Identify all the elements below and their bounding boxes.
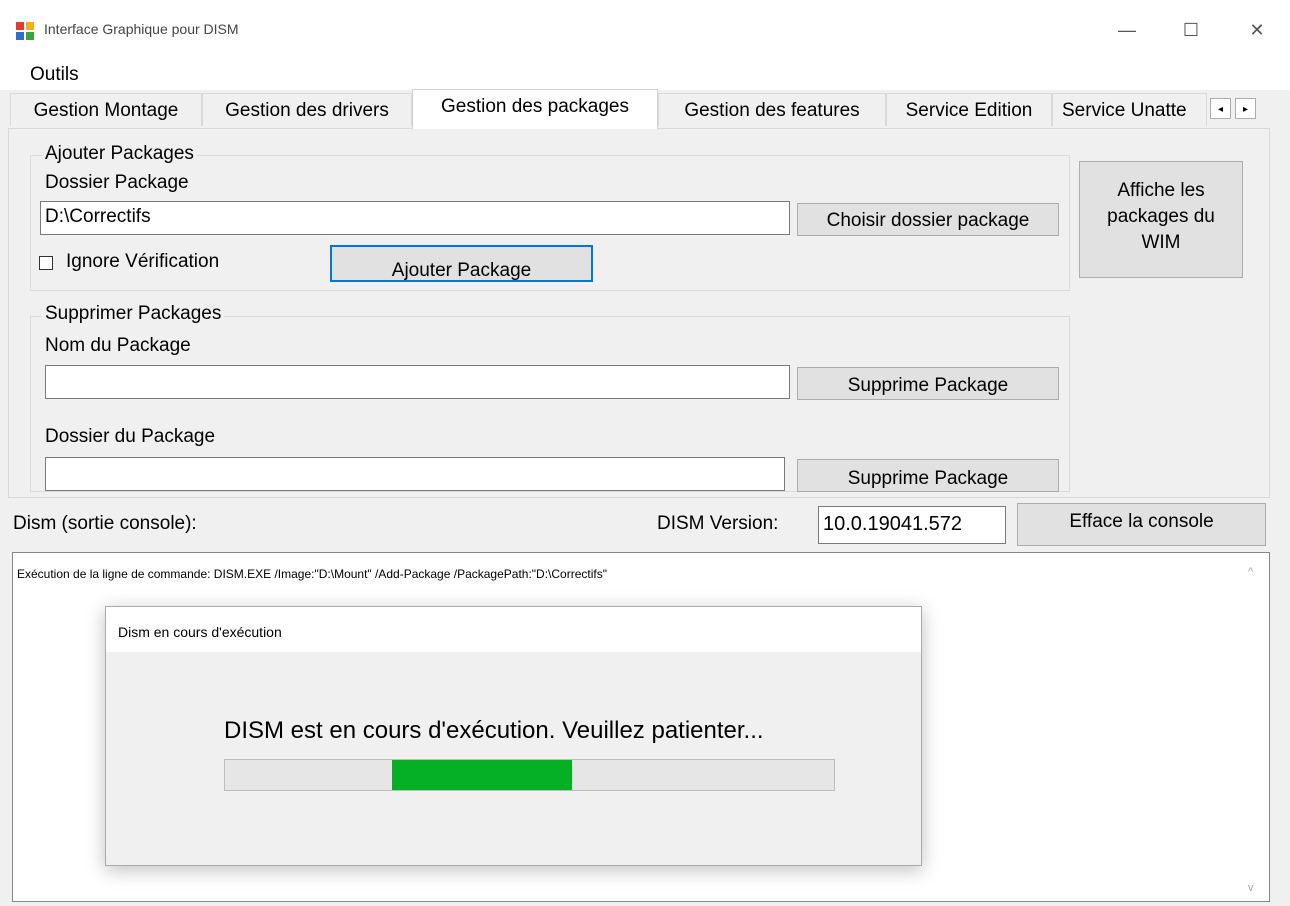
package-folder-label: Dossier Package	[45, 172, 189, 193]
remove-package-by-folder-button[interactable]: Supprime Package	[797, 459, 1059, 492]
package-name-label: Nom du Package	[45, 335, 191, 356]
package-folder-input[interactable]: D:\Correctifs	[40, 201, 790, 235]
show-wim-packages-line-3: WIM	[1141, 232, 1181, 253]
progress-bar-fill	[392, 760, 573, 790]
progress-dialog-message: DISM est en cours d'exécution. Veuillez …	[224, 717, 764, 744]
scroll-up-icon[interactable]: ^	[1248, 566, 1253, 578]
tab-service-unattend[interactable]: Service Unatte	[1052, 93, 1207, 126]
package-name-input[interactable]	[45, 365, 790, 399]
progress-bar	[224, 759, 835, 791]
console-output-line: Exécution de la ligne de commande: DISM.…	[17, 567, 607, 581]
tab-scroll-left-button[interactable]: ◂	[1210, 98, 1231, 119]
progress-dialog-title: Dism en cours d'exécution	[118, 624, 282, 640]
app-icon	[16, 22, 34, 40]
menu-item-outils[interactable]: Outils	[30, 64, 79, 86]
tab-scroll-right-button[interactable]: ▸	[1235, 98, 1256, 119]
clear-console-button[interactable]: Efface la console	[1017, 503, 1266, 546]
package-folder-remove-label: Dossier du Package	[45, 426, 216, 447]
minimize-button[interactable]: —	[1104, 14, 1150, 46]
remove-package-by-name-button[interactable]: Supprime Package	[797, 367, 1059, 400]
close-button[interactable]: ✕	[1234, 14, 1280, 46]
maximize-button[interactable]: ☐	[1168, 14, 1214, 46]
show-wim-packages-button[interactable]: Affiche les packages du WIM	[1079, 161, 1243, 278]
package-folder-remove-input[interactable]	[45, 457, 785, 491]
scroll-down-icon[interactable]: v	[1248, 882, 1254, 894]
show-wim-packages-line-1: Affiche les	[1117, 180, 1205, 201]
ignore-verification-label: Ignore Vérification	[66, 251, 220, 272]
ignore-verification-checkbox[interactable]	[39, 256, 53, 270]
menu-bar	[0, 60, 1290, 90]
show-wim-packages-line-2: packages du	[1107, 206, 1215, 227]
tab-gestion-packages[interactable]: Gestion des packages	[412, 89, 658, 129]
add-package-button[interactable]: Ajouter Package	[330, 245, 593, 282]
tab-gestion-features[interactable]: Gestion des features	[658, 93, 886, 126]
tab-service-edition[interactable]: Service Edition	[886, 93, 1052, 126]
add-packages-title: Ajouter Packages	[42, 143, 197, 165]
remove-packages-title: Supprimer Packages	[42, 303, 225, 325]
dism-version-label: DISM Version:	[657, 513, 779, 534]
window-title: Interface Graphique pour DISM	[44, 21, 239, 37]
console-label: Dism (sortie console):	[13, 513, 197, 534]
choose-package-folder-button[interactable]: Choisir dossier package	[797, 203, 1059, 236]
tab-gestion-drivers[interactable]: Gestion des drivers	[202, 93, 412, 126]
tab-gestion-montage[interactable]: Gestion Montage	[10, 93, 202, 126]
dism-version-field[interactable]: 10.0.19041.572	[818, 506, 1006, 544]
